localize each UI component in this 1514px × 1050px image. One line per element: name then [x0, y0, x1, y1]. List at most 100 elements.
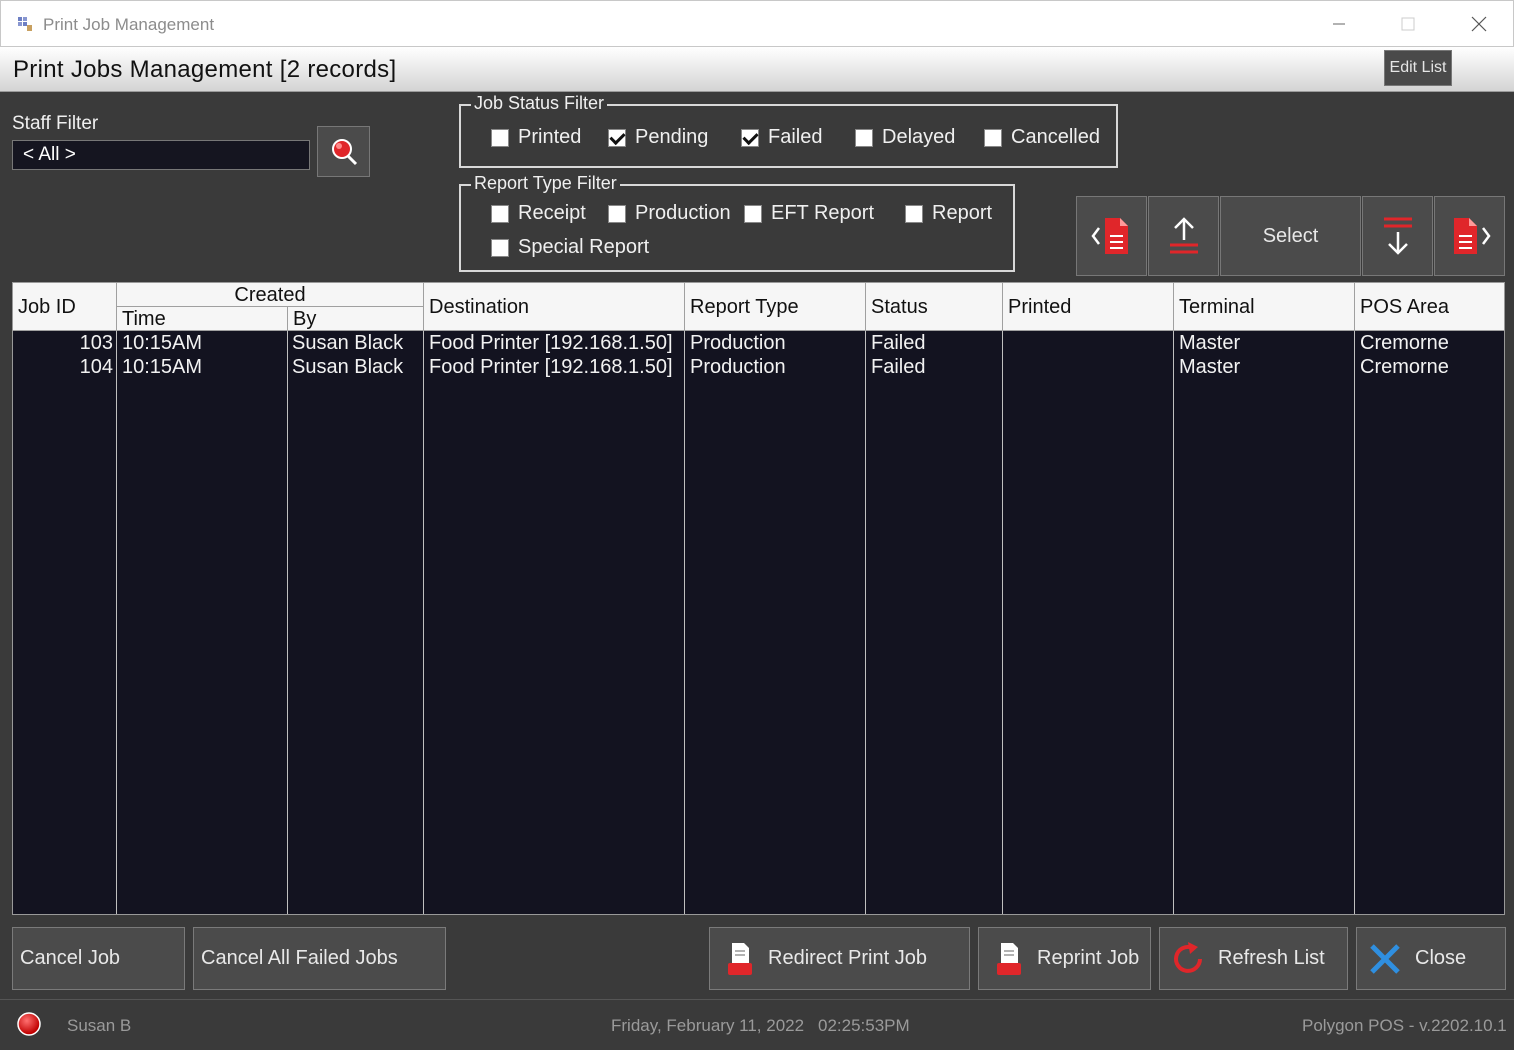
- printer-icon: [726, 941, 754, 977]
- column-header-report-type[interactable]: Report Type: [685, 283, 866, 331]
- status-indicator-icon: [17, 1012, 41, 1036]
- staff-search-button[interactable]: [317, 126, 370, 177]
- column-divider: [116, 331, 117, 914]
- move-up-button[interactable]: [1148, 196, 1219, 276]
- checkbox-printed[interactable]: Printed: [491, 126, 581, 149]
- column-divider: [1173, 331, 1174, 914]
- column-header-by[interactable]: By: [288, 307, 424, 331]
- checkbox-box[interactable]: [984, 128, 1002, 147]
- checkbox-box[interactable]: [608, 128, 626, 147]
- window-titlebar: Print Job Management: [0, 0, 1514, 47]
- checkbox-cancelled[interactable]: Cancelled: [984, 126, 1100, 149]
- move-down-button[interactable]: [1362, 196, 1433, 276]
- checkbox-special-report[interactable]: Special Report: [491, 236, 649, 259]
- checkbox-failed[interactable]: Failed: [741, 126, 822, 149]
- previous-page-icon: [1090, 218, 1128, 254]
- search-icon: [331, 138, 357, 165]
- previous-page-button[interactable]: [1076, 196, 1147, 276]
- redirect-print-job-button[interactable]: Redirect Print Job: [709, 927, 970, 990]
- cell-time: 10:15AM: [122, 356, 203, 378]
- cell-status: Failed: [871, 332, 926, 354]
- page-header: Print Jobs Management [2 records] Edit L…: [0, 47, 1514, 92]
- redirect-print-job-label: Redirect Print Job: [768, 947, 927, 969]
- refresh-list-button[interactable]: Refresh List: [1159, 927, 1348, 990]
- column-header-job-id[interactable]: Job ID: [13, 283, 117, 331]
- column-divider: [865, 331, 866, 914]
- checkbox-box[interactable]: [608, 204, 626, 223]
- column-header-pos-area[interactable]: POS Area: [1355, 283, 1504, 331]
- cell-pos-area: Cremorne: [1360, 356, 1449, 378]
- cell-time: 10:15AM: [122, 332, 203, 354]
- column-divider: [423, 331, 424, 914]
- app-icon: [17, 16, 33, 32]
- column-header-status[interactable]: Status: [866, 283, 1003, 331]
- print-jobs-grid[interactable]: Job ID Created Time By Destination Repor…: [12, 282, 1505, 915]
- arrow-down-icon: [1383, 217, 1412, 255]
- select-button[interactable]: Select: [1220, 196, 1361, 276]
- arrow-up-icon: [1169, 217, 1198, 254]
- cell-destination: Food Printer [192.168.1.50]: [429, 356, 673, 378]
- column-header-time[interactable]: Time: [117, 307, 288, 331]
- checkbox-box[interactable]: [491, 128, 509, 147]
- cell-status: Failed: [871, 356, 926, 378]
- checkbox-box[interactable]: [744, 204, 762, 223]
- cell-report-type: Production: [690, 332, 786, 354]
- job-status-filter-group: Job Status Filter Printed Pending Failed…: [459, 93, 1118, 168]
- reprint-job-label: Reprint Job: [1037, 947, 1140, 969]
- cell-terminal: Master: [1179, 356, 1241, 378]
- checkbox-box[interactable]: [855, 128, 873, 147]
- minimize-button[interactable]: [1316, 7, 1362, 41]
- job-status-filter-title: Job Status Filter: [471, 93, 608, 114]
- printer-icon: [995, 941, 1023, 977]
- reprint-job-button[interactable]: Reprint Job: [978, 927, 1151, 990]
- column-header-terminal[interactable]: Terminal: [1174, 283, 1355, 331]
- checkbox-box[interactable]: [905, 204, 923, 223]
- cancel-all-failed-jobs-button[interactable]: Cancel All Failed Jobs: [193, 927, 446, 990]
- checkbox-box[interactable]: [741, 128, 759, 147]
- checkbox-report[interactable]: Report: [905, 202, 992, 225]
- staff-filter-select[interactable]: < All >: [12, 140, 310, 170]
- status-version: Polygon POS - v.2202.10.1: [1302, 1016, 1507, 1035]
- refresh-list-label: Refresh List: [1218, 947, 1325, 969]
- refresh-icon: [1170, 941, 1206, 977]
- close-window-button[interactable]: [1456, 7, 1502, 41]
- next-page-icon: [1453, 218, 1491, 254]
- checkbox-pending[interactable]: Pending: [608, 126, 708, 149]
- status-user: Susan B: [67, 1016, 132, 1035]
- column-divider: [684, 331, 685, 914]
- checkbox-eft-report[interactable]: EFT Report: [744, 202, 874, 225]
- cancel-job-button[interactable]: Cancel Job: [12, 927, 185, 990]
- report-type-filter-title: Report Type Filter: [471, 173, 620, 194]
- cancel-all-failed-label: Cancel All Failed Jobs: [201, 947, 398, 969]
- cell-job-id: 103: [79, 332, 113, 354]
- edit-list-button[interactable]: Edit List: [1384, 50, 1452, 86]
- checkbox-delayed[interactable]: Delayed: [855, 126, 955, 149]
- page-title: Print Jobs Management [2 records]: [13, 56, 397, 83]
- close-button[interactable]: Close: [1356, 927, 1506, 990]
- cancel-job-label: Cancel Job: [20, 947, 121, 969]
- column-header-created: Created: [117, 283, 424, 307]
- report-type-filter-group: Report Type Filter Receipt Production EF…: [459, 173, 1015, 272]
- cell-by: Susan Black: [292, 356, 404, 378]
- cell-job-id: 104: [79, 356, 113, 378]
- close-label: Close: [1415, 947, 1467, 969]
- column-divider: [1002, 331, 1003, 914]
- checkbox-receipt[interactable]: Receipt: [491, 202, 586, 225]
- cell-terminal: Master: [1179, 332, 1241, 354]
- column-header-printed[interactable]: Printed: [1003, 283, 1174, 331]
- checkbox-box[interactable]: [491, 204, 509, 223]
- status-time: 02:25:53PM: [818, 1016, 910, 1035]
- cell-pos-area: Cremorne: [1360, 332, 1449, 354]
- column-divider: [287, 331, 288, 914]
- close-icon: [1369, 943, 1401, 975]
- checkbox-production[interactable]: Production: [608, 202, 731, 225]
- status-bar: Susan B Friday, February 11, 2022 02:25:…: [0, 999, 1514, 1050]
- status-date: Friday, February 11, 2022: [611, 1016, 805, 1035]
- cell-destination: Food Printer [192.168.1.50]: [429, 332, 673, 354]
- column-header-destination[interactable]: Destination: [424, 283, 685, 331]
- checkbox-box[interactable]: [491, 238, 509, 257]
- next-page-button[interactable]: [1434, 196, 1505, 276]
- maximize-button[interactable]: [1385, 7, 1431, 41]
- cell-report-type: Production: [690, 356, 786, 378]
- cell-by: Susan Black: [292, 332, 404, 354]
